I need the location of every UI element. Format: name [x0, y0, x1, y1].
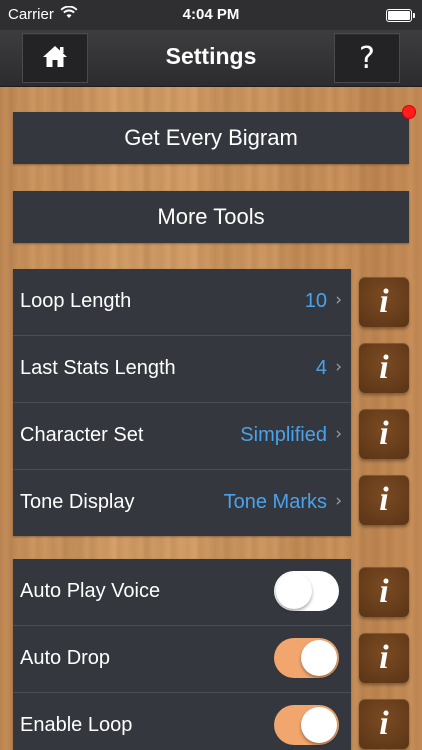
chevron-right-icon: › — [335, 491, 342, 511]
setting-value: Simplified — [240, 424, 327, 446]
chevron-right-icon: › — [335, 357, 342, 377]
setting-tone-display[interactable]: Tone Display Tone Marks › — [13, 470, 351, 536]
toggle-label: Auto Drop — [20, 647, 111, 669]
setting-label: Loop Length — [20, 290, 132, 312]
info-button-last-stats-length[interactable]: i — [359, 343, 409, 393]
info-button-auto-play-voice[interactable]: i — [359, 567, 409, 617]
auto-drop-switch[interactable] — [274, 638, 339, 678]
toggle-label: Enable Loop — [20, 714, 133, 736]
toggle-row-auto-play-voice: Auto Play Voice — [13, 559, 351, 626]
nav-bar: Settings ? — [0, 30, 422, 87]
toggle-row-auto-drop: Auto Drop — [13, 626, 351, 693]
switch-knob — [301, 707, 337, 743]
info-button-tone-display[interactable]: i — [359, 475, 409, 525]
status-bar: Carrier 4:04 PM — [0, 0, 422, 30]
more-tools-button[interactable]: More Tools — [13, 191, 409, 243]
enable-loop-switch[interactable] — [274, 705, 339, 745]
help-button[interactable]: ? — [334, 33, 400, 83]
info-button-enable-loop[interactable]: i — [359, 699, 409, 749]
chevron-right-icon: › — [335, 290, 342, 310]
toggle-group: Auto Play Voice Auto Drop Enable Loop — [13, 559, 351, 750]
info-button-loop-length[interactable]: i — [359, 277, 409, 327]
switch-knob — [301, 640, 337, 676]
toggle-row-enable-loop: Enable Loop — [13, 693, 351, 750]
setting-value: Tone Marks — [223, 491, 327, 513]
toggle-label: Auto Play Voice — [20, 580, 161, 602]
setting-label: Character Set — [20, 424, 144, 446]
status-time: 4:04 PM — [182, 6, 240, 23]
settings-group: Loop Length 10 › Last Stats Length 4 › C… — [13, 269, 351, 536]
setting-character-set[interactable]: Character Set Simplified › — [13, 403, 351, 470]
setting-label: Tone Display — [20, 491, 135, 513]
info-button-auto-drop[interactable]: i — [359, 633, 409, 683]
auto-play-voice-switch[interactable] — [274, 571, 339, 611]
setting-value: 4 — [315, 357, 327, 379]
setting-loop-length[interactable]: Loop Length 10 › — [13, 269, 351, 336]
get-every-bigram-button[interactable]: Get Every Bigram — [13, 112, 409, 164]
setting-value: 10 — [304, 290, 327, 312]
setting-last-stats-length[interactable]: Last Stats Length 4 › — [13, 336, 351, 403]
info-button-character-set[interactable]: i — [359, 409, 409, 459]
battery-icon — [386, 9, 415, 22]
chevron-right-icon: › — [335, 424, 342, 444]
switch-knob — [276, 573, 312, 609]
setting-label: Last Stats Length — [20, 357, 176, 379]
notification-badge — [402, 105, 416, 119]
